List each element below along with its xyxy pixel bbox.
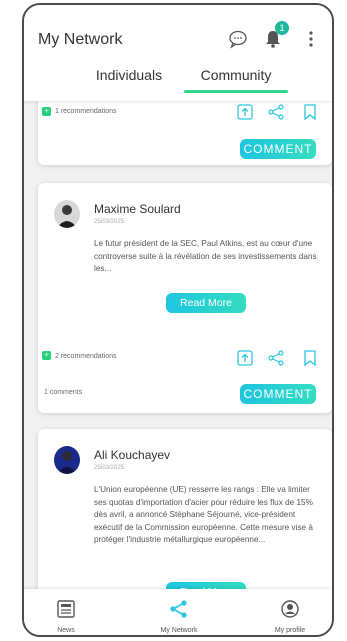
tab-community[interactable]: Community xyxy=(184,67,288,83)
page-title: My Network xyxy=(38,31,123,48)
recommend-icon[interactable]: + xyxy=(42,351,51,360)
tab-individuals[interactable]: Individuals xyxy=(74,67,184,83)
bottom-navigation: News My Network My profile xyxy=(24,589,332,635)
more-options-icon[interactable] xyxy=(300,28,322,50)
post-text: L'Union européenne (UE) resserre les ran… xyxy=(94,485,313,544)
profile-icon[interactable] xyxy=(280,599,300,619)
chat-icon[interactable] xyxy=(227,28,249,50)
news-icon[interactable] xyxy=(56,599,76,619)
recommend-icon[interactable]: + xyxy=(42,107,51,116)
author-name[interactable]: Ali Kouchayev xyxy=(94,448,170,462)
upload-icon[interactable] xyxy=(236,103,254,121)
author-avatar[interactable] xyxy=(54,446,80,474)
author-avatar[interactable] xyxy=(54,200,80,228)
upload-icon[interactable] xyxy=(236,349,254,367)
post-date: 25/03/2025 xyxy=(94,219,125,225)
recommendations-count: 2 recommendations xyxy=(55,353,117,360)
comment-button[interactable]: COMMENT xyxy=(240,384,316,404)
author-name[interactable]: Maxime Soulard xyxy=(94,202,181,216)
bookmark-icon[interactable] xyxy=(301,103,319,121)
share-icon[interactable] xyxy=(267,349,285,367)
notification-badge: 1 xyxy=(275,21,289,35)
nav-label-network[interactable]: My Network xyxy=(139,627,219,634)
read-more-button[interactable]: Read More xyxy=(166,293,246,313)
nav-label-profile[interactable]: My profile xyxy=(250,627,330,634)
nav-label-news[interactable]: News xyxy=(26,627,106,634)
top-header: My Network 1 Individuals Community xyxy=(24,5,332,101)
share-icon[interactable] xyxy=(169,599,189,619)
bookmark-icon[interactable] xyxy=(301,349,319,367)
post-card: Ali Kouchayev 25/03/2025 L'Union europée… xyxy=(38,429,332,599)
post-date: 25/03/2025 xyxy=(94,465,125,471)
post-card: Maxime Soulard 25/03/2025 Le futur prési… xyxy=(38,183,332,413)
recommendations-count: 1 recommendations xyxy=(55,108,117,115)
comments-count[interactable]: 1 comments xyxy=(44,389,82,396)
active-tab-indicator xyxy=(184,90,288,93)
post-text: Le futur président de la SEC, Paul Atkin… xyxy=(94,239,317,273)
comment-button[interactable]: COMMENT xyxy=(240,139,316,159)
share-icon[interactable] xyxy=(267,103,285,121)
phone-frame: My Network 1 Individuals Community + 1 r… xyxy=(22,3,334,637)
